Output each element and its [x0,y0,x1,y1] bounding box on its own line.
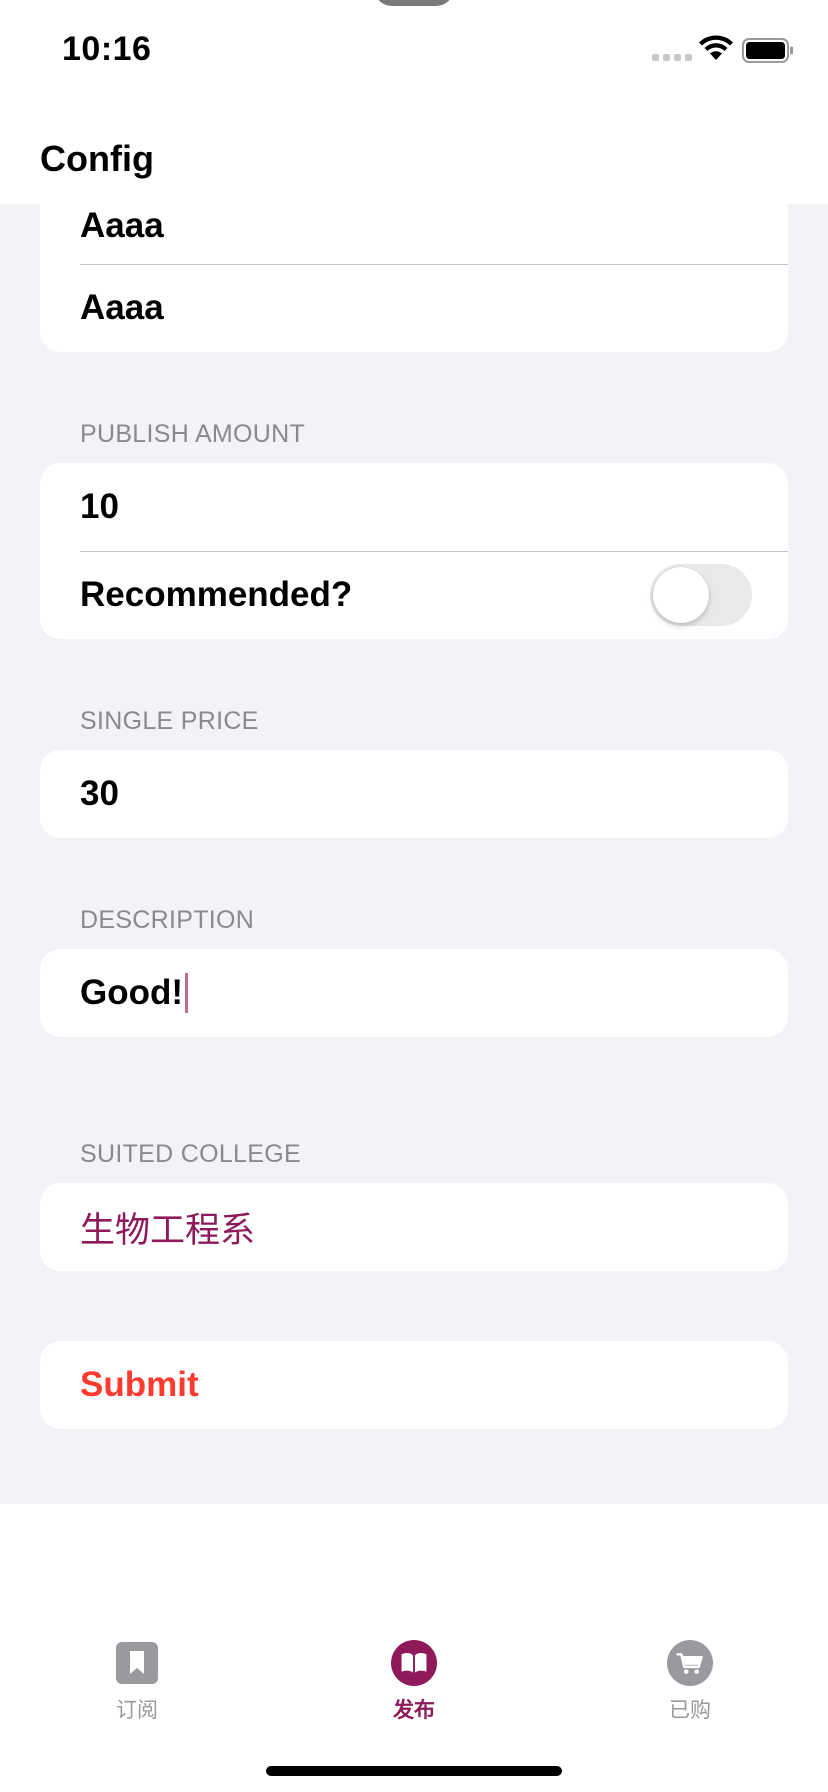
text-cursor [185,973,189,1013]
tab-bar: 订阅 发布 已购 [0,1504,828,1792]
single-price-field[interactable]: 30 [40,750,788,838]
suited-college-picker[interactable]: 生物工程系 [40,1183,788,1271]
price-card: 30 [40,750,788,838]
tab-publish-label: 发布 [393,1698,435,1722]
top-row-2-text: Aaaa [80,288,164,327]
publish-amount-value: 10 [80,487,119,526]
suited-college-label: SUITED COLLEGE [80,1140,301,1168]
home-indicator [266,1766,562,1776]
tab-publish[interactable]: 发布 [354,1640,474,1724]
battery-icon [742,38,793,63]
description-field[interactable]: Good! [40,949,788,1037]
description-value: Good! [80,973,184,1012]
description-card: Good! [40,949,788,1037]
suited-college-value: 生物工程系 [80,1210,256,1250]
top-row-1-text: Aaaa [80,206,164,245]
navigation-bar: Config [0,100,828,204]
status-bar: 10:16 [0,0,828,100]
top-card: Aaaa Aaaa [40,188,788,352]
screen: 10:16 Config Aaaa Aaaa PUBLISH AMOUNT 10… [0,0,828,1792]
recommended-toggle[interactable] [650,564,752,626]
single-price-label: SINGLE PRICE [80,707,259,735]
bookmark-icon [114,1640,160,1686]
tab-purchased-label: 已购 [669,1698,711,1722]
form-content[interactable]: Aaaa Aaaa PUBLISH AMOUNT 10 Recommended?… [0,188,828,1504]
single-price-value: 30 [80,774,119,813]
book-icon [391,1640,437,1686]
top-row-2[interactable]: Aaaa [40,264,788,352]
college-card: 生物工程系 [40,1183,788,1271]
status-time: 10:16 [62,30,152,68]
toggle-knob [653,567,709,623]
submit-button[interactable]: Submit [40,1341,788,1429]
cart-icon [667,1640,713,1686]
recommended-row: Recommended? [40,551,788,639]
tab-subscribe-label: 订阅 [116,1698,158,1722]
submit-label: Submit [80,1365,199,1404]
tab-purchased[interactable]: 已购 [630,1640,750,1724]
tab-subscribe[interactable]: 订阅 [77,1640,197,1724]
submit-card: Submit [40,1341,788,1429]
wifi-icon [699,35,733,60]
publish-amount-field[interactable]: 10 [40,463,788,551]
recommended-label: Recommended? [80,575,353,614]
publish-card: 10 Recommended? [40,463,788,639]
page-title: Config [40,138,154,179]
description-label: DESCRIPTION [80,906,255,934]
camera-notch [374,0,454,6]
publish-amount-label: PUBLISH AMOUNT [80,420,306,448]
cellular-signal-icon [652,54,692,61]
